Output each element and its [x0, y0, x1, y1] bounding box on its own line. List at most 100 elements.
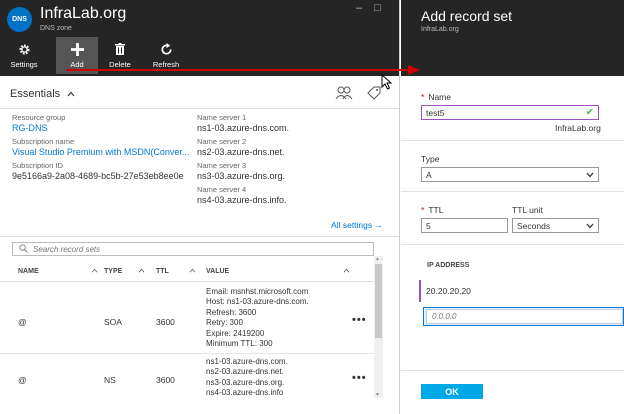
trash-icon: [115, 41, 125, 57]
record-name: @: [18, 375, 27, 385]
ttl-input-value: 5: [426, 220, 431, 231]
ip-address-row[interactable]: 20.20.20.20: [419, 280, 624, 302]
chevron-down-icon: [586, 221, 594, 231]
record-value: ns1-03.azure-dns.com. ns2-03.azure-dns.n…: [206, 357, 288, 399]
pin-icon[interactable]: –: [356, 2, 362, 14]
ok-button[interactable]: OK: [421, 384, 483, 399]
section-divider: [401, 140, 624, 141]
record-value-line: ns4-03.azure-dns.info: [206, 388, 284, 398]
record-value-line: ns2-03.azure-dns.net.: [206, 367, 284, 377]
section-divider: [401, 244, 624, 245]
tag-icon[interactable]: [367, 86, 381, 102]
type-select[interactable]: A: [421, 167, 599, 182]
add-record-set-blade: Add record set InfraLab.org * Name test5 …: [401, 0, 624, 414]
name-server-2-label: Name server 2: [197, 137, 247, 146]
refresh-label: Refresh: [152, 60, 180, 69]
subscription-name-label: Subscription name: [12, 137, 75, 146]
subscription-id-value: 9e5166a9-2a08-4689-bc5b-27e53eb8ee0e: [12, 171, 184, 181]
column-ttl[interactable]: TTL: [156, 268, 196, 275]
blade-subtitle: DNS zone: [40, 25, 72, 32]
maximize-icon[interactable]: □: [374, 2, 381, 14]
record-value: Email: msnhst.microsoft.com Host: ns1-03…: [206, 287, 309, 349]
column-name[interactable]: NAME: [18, 268, 98, 275]
ttl-unit-select[interactable]: Seconds: [512, 218, 599, 233]
delete-button[interactable]: Delete: [98, 37, 142, 74]
ip-address-header: IP ADDRESS: [427, 262, 470, 269]
column-value[interactable]: VALUE: [206, 268, 350, 275]
ttl-label: * TTL: [421, 205, 443, 215]
dns-zone-blade: DNS InfraLab.org DNS zone – □ Settings A…: [0, 0, 400, 414]
name-label-text: Name: [428, 92, 451, 102]
type-label: Type: [421, 154, 440, 164]
refresh-button[interactable]: Refresh: [142, 37, 190, 74]
settings-label: Settings: [10, 60, 38, 69]
record-ttl: 3600: [156, 375, 175, 385]
gear-icon: [18, 41, 31, 57]
section-divider: [401, 191, 624, 192]
scrollbar-thumb[interactable]: [375, 264, 382, 338]
scroll-up-icon[interactable]: ▲: [375, 256, 380, 262]
plus-icon: [70, 41, 84, 57]
more-options-icon[interactable]: •••: [352, 314, 367, 326]
record-table-header: NAME TYPE TTL VALUE: [0, 262, 374, 282]
settings-button[interactable]: Settings: [6, 37, 42, 74]
record-ttl: 3600: [156, 317, 175, 327]
name-input-value: test5: [426, 107, 445, 118]
delete-label: Delete: [109, 60, 131, 69]
record-value-line: Refresh: 3600: [206, 307, 257, 317]
subscription-name-link[interactable]: Visual Studio Premium with MSDN(Conver..…: [12, 147, 197, 157]
name-server-1-value: ns1-03.azure-dns.com.: [197, 123, 290, 133]
more-options-icon[interactable]: •••: [352, 372, 367, 384]
search-record-sets[interactable]: [12, 242, 374, 256]
type-select-value: A: [426, 169, 432, 180]
column-type-label: TYPE: [104, 268, 123, 275]
essentials-label: Essentials: [10, 88, 61, 100]
sort-icon: [91, 268, 98, 275]
new-ip-row: [423, 307, 624, 326]
users-icon[interactable]: [335, 86, 353, 102]
record-value-line: Email: msnhst.microsoft.com: [206, 287, 309, 296]
column-value-label: VALUE: [206, 268, 230, 275]
ttl-input[interactable]: 5: [421, 218, 508, 233]
name-input[interactable]: test5 ✔: [421, 105, 599, 120]
name-label: * Name: [421, 92, 451, 102]
command-bar: Settings Add Delete Refresh: [0, 37, 190, 74]
zone-suffix: InfraLab.org: [555, 123, 601, 133]
table-row[interactable]: @ SOA 3600 Email: msnhst.microsoft.com H…: [0, 284, 374, 354]
column-type[interactable]: TYPE: [104, 268, 145, 275]
checkmark-icon: ✔: [585, 107, 594, 118]
scroll-down-icon[interactable]: ▼: [375, 392, 380, 398]
name-server-1-label: Name server 1: [197, 113, 247, 122]
new-ip-input[interactable]: [426, 309, 623, 324]
ttl-unit-value: Seconds: [517, 220, 551, 231]
table-row[interactable]: @ NS 3600 ns1-03.azure-dns.com. ns2-03.a…: [0, 354, 374, 404]
name-server-2-value: ns2-03.azure-dns.net.: [197, 147, 285, 157]
sort-icon: [343, 268, 350, 275]
chevron-up-icon: [67, 89, 75, 99]
name-server-3-value: ns3-03.azure-dns.org.: [197, 171, 286, 181]
blade-header: DNS InfraLab.org DNS zone – □ Settings A…: [0, 0, 399, 76]
sort-icon: [138, 268, 145, 275]
name-server-4-value: ns4-03.azure-dns.info.: [197, 195, 287, 205]
add-button[interactable]: Add: [56, 37, 98, 74]
resource-group-link[interactable]: RG-DNS: [12, 123, 197, 133]
footer-divider: [401, 370, 624, 371]
search-icon: [19, 243, 28, 255]
name-server-3-label: Name server 3: [197, 161, 247, 170]
record-type: NS: [104, 375, 116, 385]
essentials-left-column: Resource group RG-DNS Subscription name …: [12, 113, 197, 185]
blade-subtitle: InfraLab.org: [421, 26, 459, 33]
ttl-unit-label: TTL unit: [512, 205, 543, 215]
all-settings-link[interactable]: All settings →: [331, 220, 383, 230]
dns-zone-icon: DNS: [7, 7, 32, 32]
record-value-line: ns3-03.azure-dns.org.: [206, 377, 285, 387]
record-value-line: Retry: 300: [206, 318, 243, 328]
ip-address-value: 20.20.20.20: [426, 286, 471, 296]
refresh-icon: [160, 41, 173, 57]
chevron-down-icon: [586, 170, 594, 180]
essentials-right-column: Name server 1 ns1-03.azure-dns.com. Name…: [197, 113, 387, 209]
essentials-toggle[interactable]: Essentials: [10, 88, 75, 100]
subscription-id-label: Subscription ID: [12, 161, 63, 170]
search-input[interactable]: [33, 244, 333, 254]
table-scrollbar[interactable]: ▲ ▼: [374, 256, 383, 398]
